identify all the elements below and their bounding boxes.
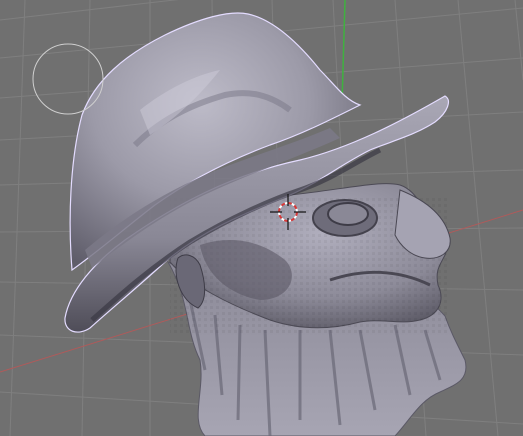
viewport-canvas[interactable] [0, 0, 523, 436]
3d-viewport[interactable] [0, 0, 523, 436]
eyeball [327, 202, 369, 226]
